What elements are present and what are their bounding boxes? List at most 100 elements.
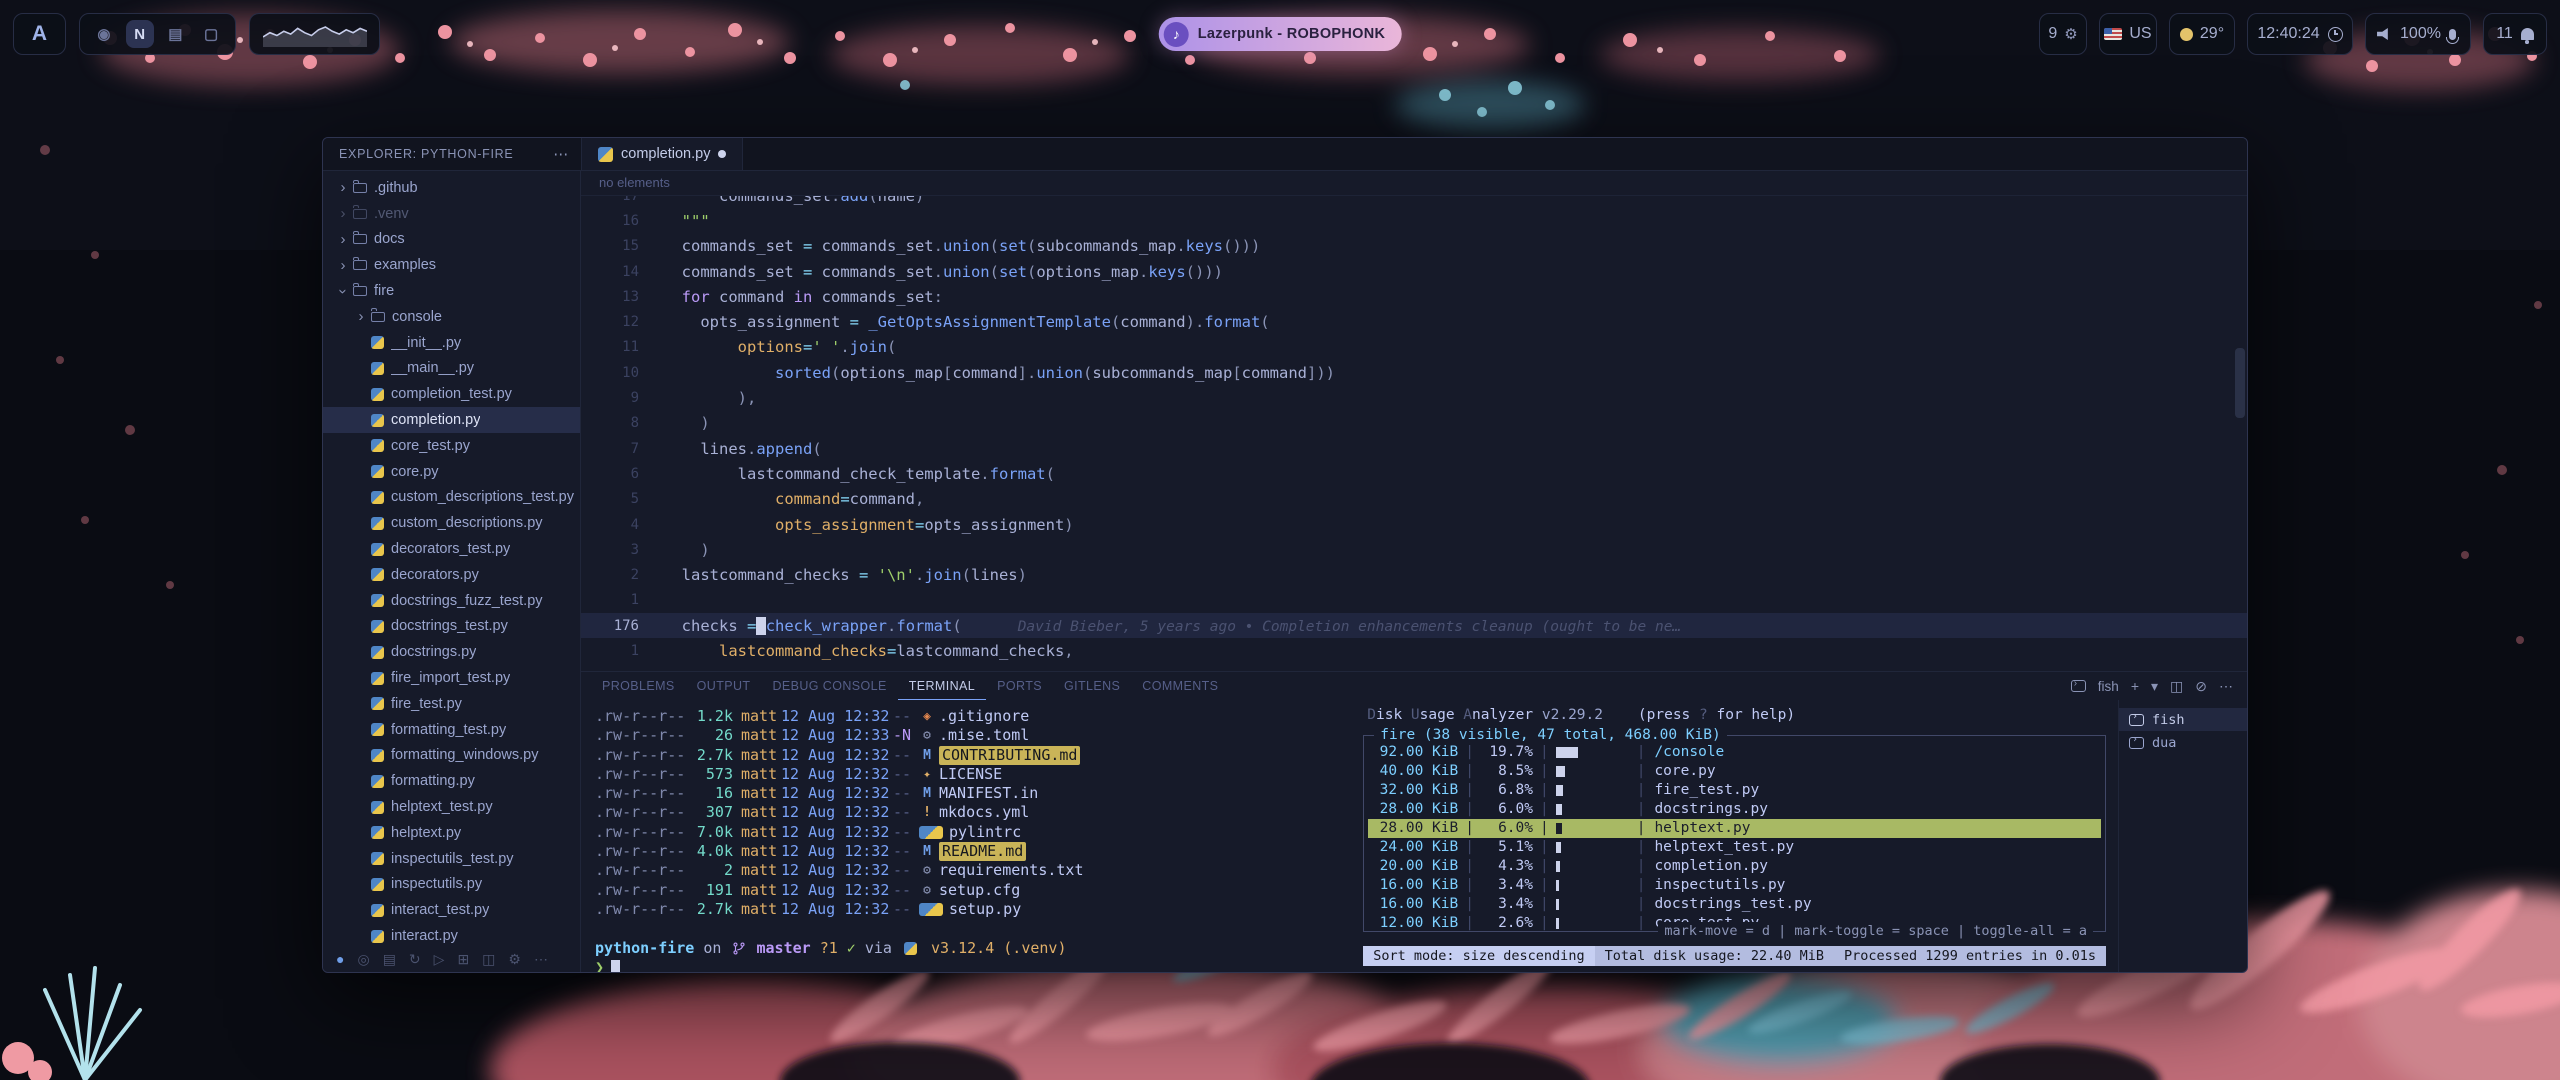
music-player-widget[interactable]: ♪ Lazerpunk - ROBOPHONK [1159, 17, 1402, 51]
dua-pane[interactable]: Disk Usage Analyzer v2.29.2 (press ? for… [1355, 700, 2118, 972]
more-actions-icon[interactable]: ⋯ [2219, 678, 2233, 695]
source-control-icon[interactable]: ↻ [409, 951, 421, 968]
workspace-icon-2[interactable]: N [126, 20, 154, 48]
tree-item-docstrings.py[interactable]: docstrings.py [323, 639, 580, 665]
tree-item-interact_test.py[interactable]: interact_test.py [323, 897, 580, 923]
panel-tab-problems[interactable]: PROBLEMS [591, 672, 686, 700]
panel-tab-comments[interactable]: COMMENTS [1131, 672, 1229, 700]
panel-tab-debug-console[interactable]: DEBUG CONSOLE [761, 672, 897, 700]
split-terminal-icon[interactable]: ◫ [2170, 678, 2183, 695]
tree-item-formatting_windows.py[interactable]: formatting_windows.py [323, 743, 580, 769]
dua-row[interactable]: 28.00 KiB|6.0%||docstrings.py [1368, 800, 2101, 819]
more-icon[interactable]: ⋯ [534, 951, 548, 968]
explorer-more-icon[interactable]: ⋯ [553, 145, 569, 163]
terminal-tab-fish[interactable]: fish [2119, 708, 2247, 731]
workspace-icon-1[interactable]: ◉ [90, 20, 118, 48]
dua-row[interactable]: 16.00 KiB|3.4%||inspectutils.py [1368, 876, 2101, 895]
tree-item-inspectutils_test.py[interactable]: inspectutils_test.py [323, 846, 580, 872]
panel-tab-terminal[interactable]: TERMINAL [898, 672, 986, 700]
extensions-icon[interactable]: ⊞ [457, 951, 469, 968]
remote-icon[interactable]: ◫ [482, 951, 495, 968]
code-line: 176 checks = check_wrapper.format(David … [581, 613, 2247, 638]
code-token: = [915, 516, 924, 534]
tree-item-.venv[interactable]: ›.venv [323, 201, 580, 227]
column-separator: | [1637, 781, 1646, 800]
keyboard-layout-module[interactable]: US [2099, 13, 2157, 55]
tree-item-formatting.py[interactable]: formatting.py [323, 768, 580, 794]
python-file-icon [371, 414, 384, 427]
tree-item-docstrings_fuzz_test.py[interactable]: docstrings_fuzz_test.py [323, 588, 580, 614]
settings-icon[interactable]: ⚙ [508, 951, 521, 968]
tree-item-decorators.py[interactable]: decorators.py [323, 562, 580, 588]
tree-item-helptext.py[interactable]: helptext.py [323, 820, 580, 846]
tree-item-helptext_test.py[interactable]: helptext_test.py [323, 794, 580, 820]
panel-tab-ports[interactable]: PORTS [986, 672, 1053, 700]
tree-item-__main__.py[interactable]: __main__.py [323, 356, 580, 382]
tree-item-decorators_test.py[interactable]: decorators_test.py [323, 536, 580, 562]
panel-tab-gitlens[interactable]: GITLENS [1053, 672, 1131, 700]
system-graph-widget[interactable] [249, 13, 380, 55]
code-editor[interactable]: 17 commands_set.add(name)16 """15 comman… [581, 196, 2247, 671]
dua-row[interactable]: 32.00 KiB|6.8%||fire_test.py [1368, 781, 2101, 800]
workspace-icon-3[interactable]: ▤ [161, 20, 189, 48]
tree-item-interact.py[interactable]: interact.py [323, 923, 580, 946]
clock-module[interactable]: 12:40:24 [2247, 13, 2353, 55]
code-token: opts_assignment [924, 516, 1064, 534]
tree-item-core_test.py[interactable]: core_test.py [323, 433, 580, 459]
folder-icon [353, 286, 367, 296]
dua-row[interactable]: 40.00 KiB|8.5%||core.py [1368, 762, 2101, 781]
modified-dot-icon[interactable] [718, 150, 726, 158]
tree-item-formatting_test.py[interactable]: formatting_test.py [323, 717, 580, 743]
weather-module[interactable]: 29° [2169, 13, 2235, 55]
tree-item-inspectutils.py[interactable]: inspectutils.py [323, 872, 580, 898]
breadcrumb[interactable]: no elements [581, 171, 2247, 196]
new-terminal-icon[interactable]: + [2131, 678, 2139, 695]
dua-row[interactable]: 24.00 KiB|5.1%||helptext_test.py [1368, 838, 2101, 857]
usage-bar-fill [1556, 842, 1562, 853]
tree-item-.github[interactable]: ›.github [323, 175, 580, 201]
launcher-button[interactable]: A [13, 13, 66, 55]
cpu-sparkline [263, 21, 367, 47]
scrollbar-thumb[interactable] [2235, 348, 2245, 418]
tab-completion-py[interactable]: completion.py [581, 138, 743, 170]
tree-item-fire_import_test.py[interactable]: fire_import_test.py [323, 665, 580, 691]
explorer-icon[interactable]: ▤ [383, 951, 396, 968]
notifications-module[interactable]: 11 [2483, 13, 2547, 55]
dua-row[interactable]: 28.00 KiB|6.0%||helptext.py [1368, 819, 2101, 838]
tree-item-completion_test.py[interactable]: completion_test.py [323, 381, 580, 407]
editor-scrollbar[interactable] [2235, 196, 2245, 671]
code-token: opts_assignment [663, 313, 850, 331]
tree-item-examples[interactable]: ›examples [323, 252, 580, 278]
terminal-icon [2129, 714, 2144, 726]
tree-item-custom_descriptions.py[interactable]: custom_descriptions.py [323, 510, 580, 536]
file-owner: matt [741, 726, 781, 745]
tree-item-core.py[interactable]: core.py [323, 459, 580, 485]
tree-item-docs[interactable]: ›docs [323, 227, 580, 253]
updates-module[interactable]: 9 ⚙ [2039, 13, 2087, 55]
dua-row[interactable]: 92.00 KiB|19.7%||/console [1368, 743, 2101, 762]
tree-item-console[interactable]: ›console [323, 304, 580, 330]
panel-tab-output[interactable]: OUTPUT [686, 672, 762, 700]
terminal-output[interactable]: .rw-r--r--1.2kmatt12 Aug 12:32--◈.gitign… [581, 700, 1355, 972]
tree-item-fire_test.py[interactable]: fire_test.py [323, 691, 580, 717]
dua-row[interactable]: 20.00 KiB|4.3%||completion.py [1368, 857, 2101, 876]
terminal-tab-dua[interactable]: dua [2119, 731, 2247, 754]
profile-dropdown-icon[interactable]: ▾ [2151, 678, 2158, 695]
tree-item-fire[interactable]: ›fire [323, 278, 580, 304]
dua-row[interactable]: 16.00 KiB|3.4%||docstrings_test.py [1368, 895, 2101, 914]
tree-item-__init__.py[interactable]: __init__.py [323, 330, 580, 356]
accounts-icon[interactable]: ● [336, 951, 344, 967]
kill-terminal-icon[interactable]: ⊘ [2195, 678, 2207, 695]
search-icon[interactable]: ◎ [357, 951, 369, 968]
file-permissions: .rw-r--r-- [595, 900, 687, 919]
tree-item-custom_descriptions_test.py[interactable]: custom_descriptions_test.py [323, 485, 580, 511]
python-file-icon [371, 801, 384, 814]
entry-usage-bar [1556, 803, 1630, 816]
tree-item-docstrings_test.py[interactable]: docstrings_test.py [323, 614, 580, 640]
column-separator: | [1465, 800, 1474, 819]
terminal-icon [2071, 680, 2086, 692]
run-debug-icon[interactable]: ▷ [434, 951, 445, 968]
workspace-icon-4[interactable]: ▢ [197, 20, 225, 48]
volume-module[interactable]: 100% [2365, 13, 2471, 55]
tree-item-completion.py[interactable]: completion.py [323, 407, 580, 433]
